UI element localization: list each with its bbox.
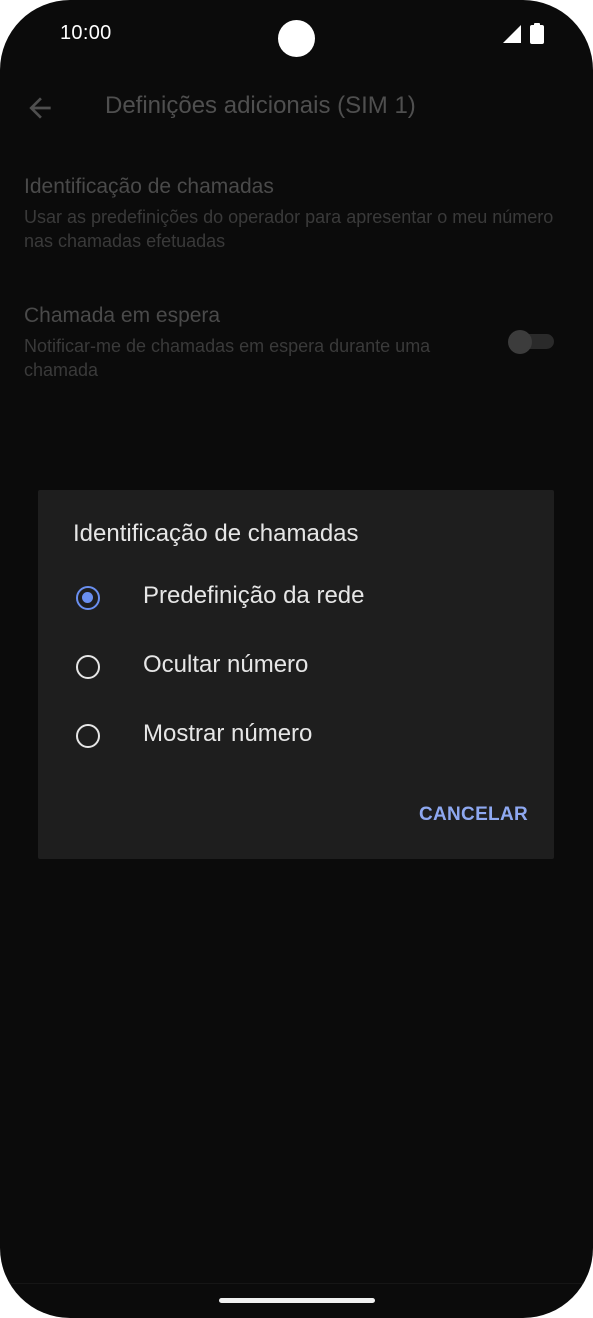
phone-frame: Definições adicionais (SIM 1) Identifica…	[0, 0, 593, 1318]
status-time: 10:00	[60, 22, 112, 44]
setting-caller-id-summary: Usar as predefinições do operador para a…	[24, 207, 554, 251]
option-label: Mostrar número	[143, 720, 313, 747]
option-network-default[interactable]: Predefinição da rede	[38, 572, 554, 632]
page-title: Definições adicionais (SIM 1)	[105, 92, 416, 119]
radio-unchecked-icon[interactable]	[76, 655, 100, 679]
caller-id-dialog: Identificação de chamadas Predefinição d…	[38, 490, 554, 859]
setting-call-waiting-summary: Notificar-me de chamadas em espera duran…	[24, 336, 431, 380]
battery-icon	[530, 23, 544, 44]
call-waiting-toggle[interactable]	[508, 330, 554, 354]
signal-icon	[503, 25, 521, 43]
camera-cutout	[278, 20, 315, 57]
radio-unchecked-icon[interactable]	[76, 724, 100, 748]
setting-call-waiting-title[interactable]: Chamada em espera	[24, 304, 220, 328]
option-hide-number[interactable]: Ocultar número	[38, 641, 554, 701]
status-bar: 10:00	[0, 0, 593, 70]
home-indicator[interactable]	[219, 1298, 375, 1303]
nav-divider	[0, 1283, 593, 1284]
cancel-button[interactable]: CANCELAR	[408, 800, 528, 830]
option-label: Predefinição da rede	[143, 582, 365, 609]
toggle-thumb	[508, 330, 532, 354]
dialog-title: Identificação de chamadas	[73, 520, 359, 547]
setting-caller-id-title[interactable]: Identificação de chamadas	[24, 175, 274, 199]
radio-checked-icon[interactable]	[76, 586, 100, 610]
option-show-number[interactable]: Mostrar número	[38, 710, 554, 770]
option-label: Ocultar número	[143, 651, 309, 678]
back-arrow-icon[interactable]	[24, 92, 56, 124]
